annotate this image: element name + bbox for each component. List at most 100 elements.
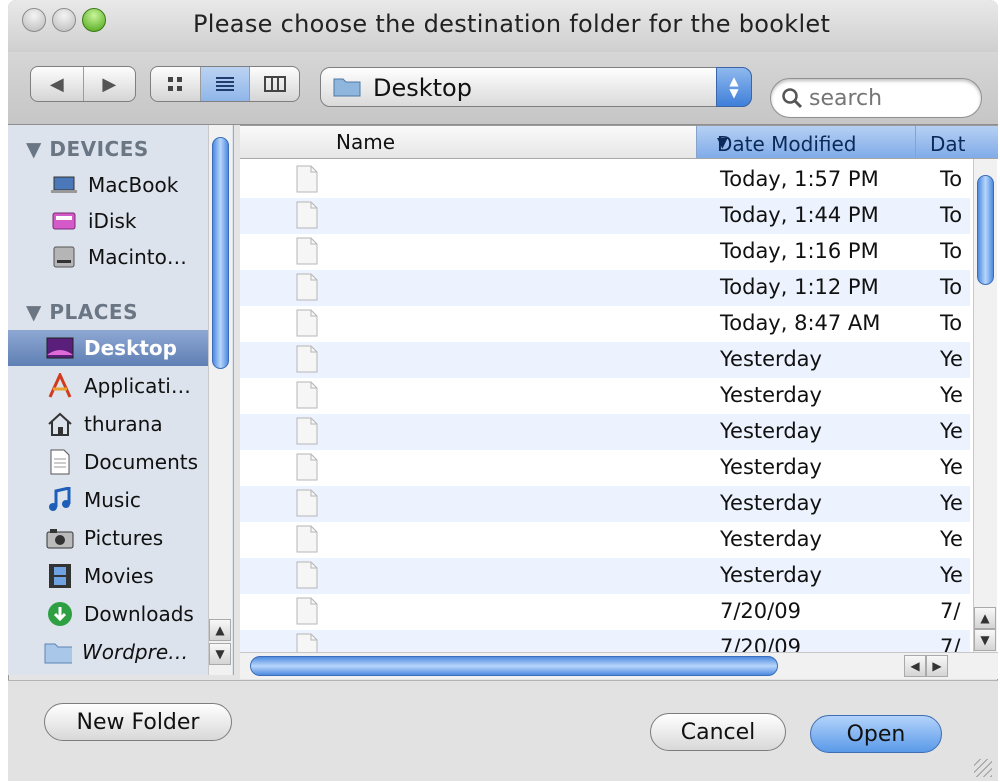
scroll-left-arrow-icon[interactable]: ◀: [904, 655, 926, 677]
disclosure-triangle-icon: ▼: [26, 300, 50, 324]
sidebar-item-movies[interactable]: Movies: [8, 558, 208, 594]
scroll-down-arrow-icon[interactable]: ▼: [209, 643, 231, 665]
file-icon: [296, 273, 318, 301]
sidebar-item-label: Documents: [84, 450, 199, 474]
scroll-down-arrow-icon[interactable]: ▼: [974, 629, 996, 651]
search-field[interactable]: [770, 78, 982, 118]
table-row[interactable]: Yesterday Ye: [240, 486, 970, 522]
search-input[interactable]: [807, 85, 971, 112]
downloads-icon: [46, 601, 74, 627]
file-icon: [296, 381, 318, 409]
column-header-date-modified[interactable]: Date Modified ▼: [696, 126, 916, 158]
location-popup[interactable]: Desktop ▲ ▼: [320, 67, 752, 107]
date-modified-cell: Yesterday: [720, 527, 822, 551]
column-header-name[interactable]: Name: [336, 130, 395, 154]
file-icon: [296, 345, 318, 373]
date-created-cell: To: [940, 311, 963, 335]
sidebar-item-label: Music: [84, 488, 141, 512]
dialog-footer: New Folder Cancel Open: [8, 680, 998, 781]
open-button[interactable]: Open: [810, 715, 942, 753]
sidebar-item-music[interactable]: Music: [8, 482, 208, 518]
table-row[interactable]: Today, 1:12 PM To: [240, 270, 970, 306]
table-row[interactable]: Today, 1:57 PM To: [240, 162, 970, 198]
sidebar-item-home[interactable]: thurana: [8, 406, 208, 442]
table-row[interactable]: Yesterday Ye: [240, 414, 970, 450]
documents-icon: [46, 449, 74, 475]
date-modified-cell: Today, 8:47 AM: [720, 311, 881, 335]
table-row[interactable]: Yesterday Ye: [240, 378, 970, 414]
disclosure-triangle-icon: ▼: [26, 137, 50, 161]
scroll-right-arrow-icon[interactable]: ▶: [926, 655, 948, 677]
sidebar-item-desktop[interactable]: Desktop: [8, 330, 210, 366]
table-row[interactable]: Yesterday Ye: [240, 342, 970, 378]
laptop-icon: [50, 172, 78, 198]
devices-header[interactable]: ▼ DEVICES: [26, 137, 149, 161]
folder-icon: [333, 78, 361, 97]
scroll-up-arrow-icon[interactable]: ▲: [209, 619, 231, 641]
sidebar-item-label: Desktop: [84, 336, 177, 360]
close-window-button[interactable]: [22, 8, 46, 32]
sidebar-scroll-thumb[interactable]: [212, 137, 229, 369]
back-button[interactable]: ◀: [31, 67, 84, 101]
sidebar-item-idisk[interactable]: iDisk: [8, 203, 208, 239]
sidebar-item-documents[interactable]: Documents: [8, 444, 208, 480]
sidebar-item-applications[interactable]: Applicati…: [8, 368, 208, 404]
date-created-cell: To: [940, 167, 963, 191]
resize-grip-icon[interactable]: [974, 759, 992, 777]
horizontal-scroll-thumb[interactable]: [250, 656, 778, 676]
table-row[interactable]: Today, 8:47 AM To: [240, 306, 970, 342]
forward-arrow-icon: ▶: [102, 73, 117, 95]
zoom-window-button[interactable]: [82, 8, 106, 32]
search-icon: [782, 88, 803, 109]
table-row[interactable]: Today, 1:44 PM To: [240, 198, 970, 234]
sidebar-item-macintosh-hd[interactable]: Macinto…: [8, 239, 208, 275]
list-icon: [216, 77, 234, 91]
horizontal-scrollbar[interactable]: ◀ ▶: [240, 652, 998, 679]
sidebar-item-pictures[interactable]: Pictures: [8, 520, 208, 556]
sidebar-item-wordpress[interactable]: Wordpre…: [8, 634, 208, 670]
date-modified-cell: Yesterday: [720, 419, 822, 443]
date-modified-cell: Yesterday: [720, 491, 822, 515]
scroll-up-arrow-icon[interactable]: ▲: [974, 607, 996, 629]
sidebar-scrollbar[interactable]: ▲ ▼: [208, 125, 232, 675]
grid-icon: [168, 77, 183, 91]
list-view-button[interactable]: [200, 67, 251, 101]
date-created-cell: Ye: [940, 347, 963, 371]
icon-view-button[interactable]: [151, 67, 201, 101]
applications-icon: [46, 373, 74, 399]
table-row[interactable]: Yesterday Ye: [240, 558, 970, 594]
table-row[interactable]: Yesterday Ye: [240, 450, 970, 486]
back-arrow-icon: ◀: [49, 73, 64, 95]
date-modified-cell: Yesterday: [720, 563, 822, 587]
date-created-cell: Ye: [940, 491, 963, 515]
popup-stepper-icon: ▲ ▼: [716, 67, 752, 107]
toolbar: ◀ ▶ Desktop ▲ ▼: [8, 52, 998, 125]
view-mode-control: [150, 66, 300, 102]
date-created-cell: To: [940, 275, 963, 299]
date-modified-cell: Today, 1:44 PM: [720, 203, 879, 227]
sidebar-item-downloads[interactable]: Downloads: [8, 596, 208, 632]
sidebar: ▼ DEVICES MacBook iDisk Macinto… ▼ PLACE…: [8, 125, 234, 675]
table-row[interactable]: Yesterday Ye: [240, 522, 970, 558]
music-icon: [46, 487, 74, 513]
forward-button[interactable]: ▶: [84, 67, 136, 101]
file-list: Name Date Modified ▼ Dat Today, 1:57 PM T…: [240, 125, 998, 661]
hard-drive-icon: [50, 244, 78, 270]
table-row[interactable]: Today, 1:16 PM To: [240, 234, 970, 270]
new-folder-button[interactable]: New Folder: [44, 703, 232, 741]
sidebar-item-label: MacBook: [88, 173, 179, 197]
list-scrollbar[interactable]: ▲ ▼: [973, 159, 997, 653]
minimize-window-button[interactable]: [52, 8, 76, 32]
list-scroll-thumb[interactable]: [977, 175, 994, 285]
idisk-icon: [50, 208, 78, 234]
column-view-button[interactable]: [250, 67, 299, 101]
cancel-button[interactable]: Cancel: [650, 713, 786, 751]
sidebar-item-macbook[interactable]: MacBook: [8, 167, 208, 203]
sidebar-item-label: thurana: [84, 412, 163, 436]
table-row[interactable]: 7/20/09 7/: [240, 594, 970, 630]
date-created-cell: To: [940, 203, 963, 227]
date-created-cell: Ye: [940, 383, 963, 407]
places-header[interactable]: ▼ PLACES: [26, 300, 138, 324]
file-icon: [296, 201, 318, 229]
sidebar-item-label: Applicati…: [84, 374, 191, 398]
